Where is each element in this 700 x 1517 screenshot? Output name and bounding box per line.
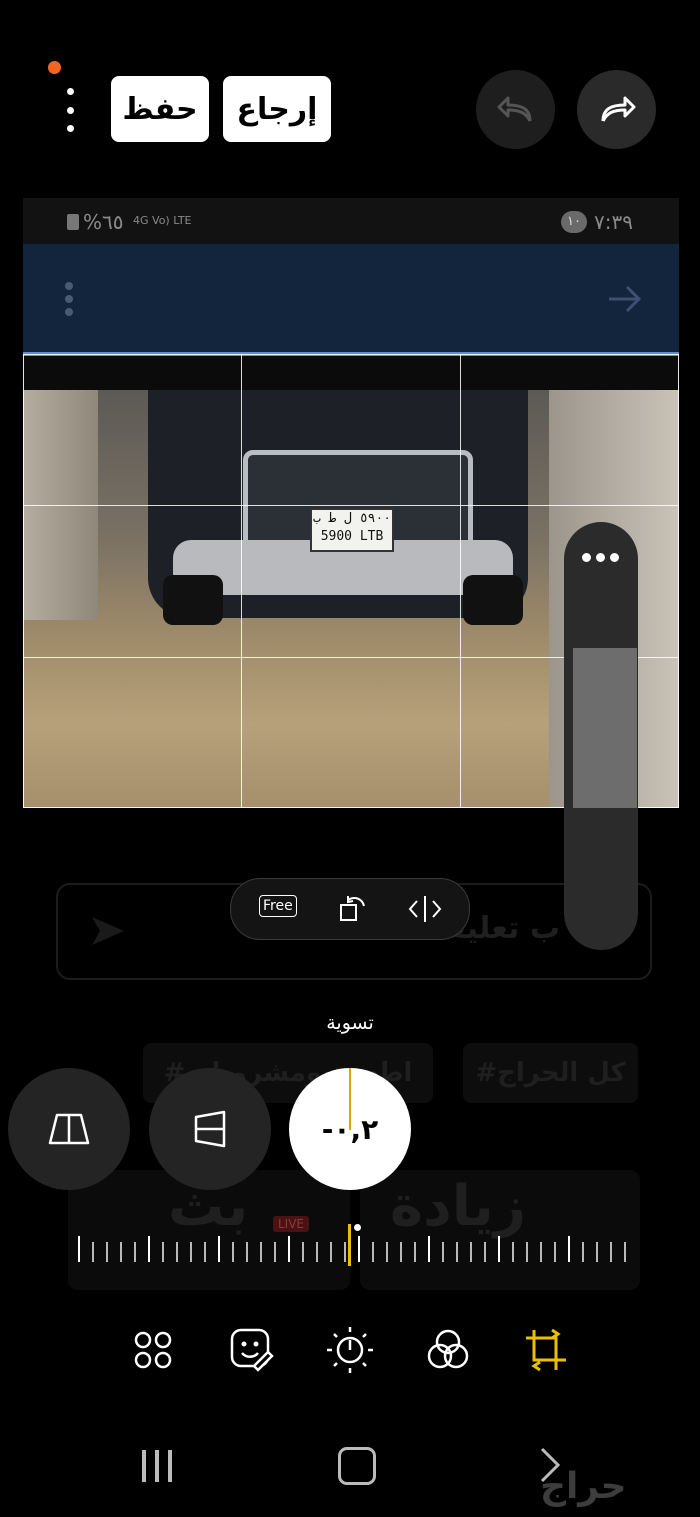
ruler-tick <box>344 1242 346 1262</box>
color-icon <box>427 1329 469 1369</box>
lock-icon <box>67 214 79 230</box>
undo-button[interactable] <box>476 70 555 149</box>
ruler-tick <box>624 1242 626 1262</box>
straighten-label: تسوية <box>326 1012 374 1034</box>
ruler-tick <box>400 1242 402 1262</box>
ruler-tick <box>134 1242 136 1262</box>
more-options-icon[interactable] <box>58 88 82 132</box>
ruler-tick <box>610 1242 612 1262</box>
straighten-indicator <box>349 1068 351 1130</box>
notification-dot <box>48 61 61 74</box>
ruler-tick <box>484 1242 486 1262</box>
ruler-tick <box>190 1242 192 1262</box>
ruler-tick <box>162 1242 164 1262</box>
battery-text: %٦٥ <box>83 210 124 234</box>
tab-transform[interactable] <box>516 1318 576 1382</box>
network-text: 4G Vo) LTE <box>133 214 192 227</box>
ruler-tick <box>78 1236 80 1262</box>
ruler-tick <box>246 1242 248 1262</box>
flip-icon[interactable] <box>407 893 443 925</box>
ruler-tick <box>428 1236 430 1262</box>
save-button[interactable]: حفظ <box>111 76 209 142</box>
ruler-tick <box>372 1242 374 1262</box>
crop-icon <box>526 1328 566 1372</box>
ruler-tick <box>582 1242 584 1262</box>
free-aspect-button[interactable]: Free <box>259 895 297 917</box>
crop-grid-line <box>460 354 461 808</box>
ruler-tick <box>540 1242 542 1262</box>
ruler-tick <box>274 1242 276 1262</box>
rotate-icon[interactable] <box>336 893 368 925</box>
vertical-perspective-button[interactable] <box>149 1068 271 1190</box>
ruler-tick <box>512 1242 514 1262</box>
tag-all-label: #كل الحراج <box>475 1058 626 1088</box>
filters-icon <box>134 1331 172 1369</box>
recents-button[interactable] <box>142 1450 172 1482</box>
side-slider-track[interactable] <box>573 648 637 808</box>
ruler-tick <box>260 1242 262 1262</box>
stickers-icon <box>230 1328 274 1372</box>
status-time: ٧:٣٩ <box>594 210 633 234</box>
ruler-tick <box>568 1236 570 1262</box>
ruler-tick <box>204 1242 206 1262</box>
vertical-perspective-icon <box>194 1110 226 1148</box>
crop-grid-line <box>241 354 242 808</box>
ruler-tick <box>176 1242 178 1262</box>
perspective-icon <box>48 1113 90 1145</box>
send-icon <box>92 917 124 945</box>
ruler-tick <box>316 1242 318 1262</box>
inner-app-bar <box>23 244 679 352</box>
ruler-tick <box>456 1242 458 1262</box>
ruler-tick <box>442 1242 444 1262</box>
ruler-tick <box>120 1242 122 1262</box>
inner-status-bar: %٦٥ 4G Vo) LTE ١٠ ٧:٣٩ <box>23 198 679 244</box>
more-icon[interactable] <box>582 553 619 562</box>
crop-grid-line <box>23 505 679 506</box>
editor-tabs <box>0 1318 700 1382</box>
crop-toolbar: Free <box>230 878 470 940</box>
inner-more-icon <box>65 282 75 316</box>
ruler-tick <box>414 1242 416 1262</box>
ruler-tick <box>288 1236 290 1262</box>
ruler-tick <box>232 1242 234 1262</box>
ruler-current-mark <box>348 1224 351 1266</box>
ruler-tick <box>470 1242 472 1262</box>
brightness-icon <box>327 1327 373 1373</box>
redo-button[interactable] <box>577 70 656 149</box>
tab-filters[interactable] <box>123 1318 183 1382</box>
ruler-tick <box>386 1242 388 1262</box>
undo-icon <box>497 96 531 122</box>
ruler-tick <box>148 1236 150 1262</box>
horizontal-perspective-button[interactable] <box>8 1068 130 1190</box>
tag-chip: #كل الحراج <box>463 1043 638 1103</box>
tab-color[interactable] <box>418 1318 478 1382</box>
status-badge: ١٠ <box>561 211 587 233</box>
ruler-tick <box>92 1242 94 1262</box>
ruler-tick <box>596 1242 598 1262</box>
tab-stickers[interactable] <box>222 1318 282 1382</box>
revert-button[interactable]: إرجاع <box>223 76 331 142</box>
ruler-tick <box>526 1242 528 1262</box>
inner-arrow-icon <box>609 285 642 313</box>
tab-brightness[interactable] <box>320 1318 380 1382</box>
ruler-tick <box>498 1236 500 1262</box>
ruler-tick <box>218 1236 220 1262</box>
ruler-tick <box>302 1242 304 1262</box>
ruler-tick <box>330 1242 332 1262</box>
redo-icon <box>601 96 635 122</box>
ruler-tick <box>554 1242 556 1262</box>
ruler-center-dot <box>354 1224 361 1231</box>
haraj-watermark: حراج <box>540 1466 627 1507</box>
ruler-tick <box>358 1236 360 1262</box>
home-button[interactable] <box>338 1447 376 1485</box>
straighten-ruler[interactable] <box>78 1224 634 1266</box>
ruler-tick <box>106 1242 108 1262</box>
